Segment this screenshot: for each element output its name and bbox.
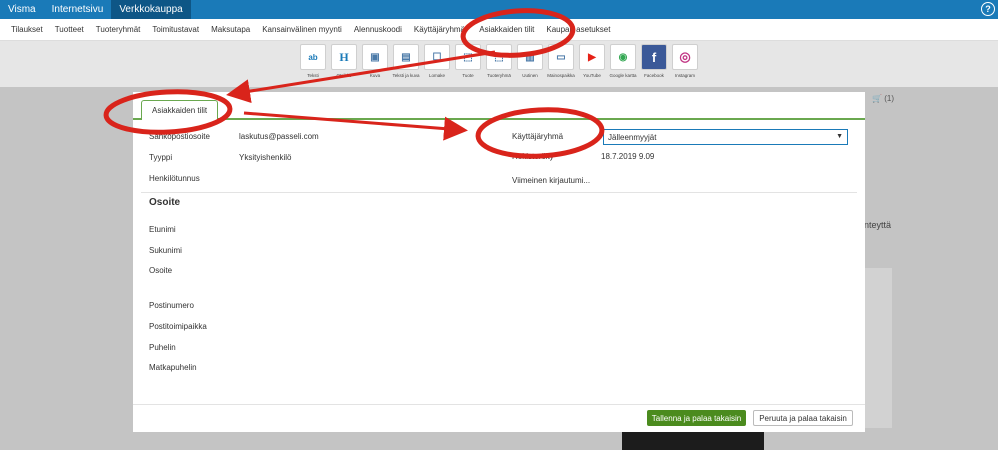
- facebook-icon: f: [641, 44, 667, 70]
- address-label: Osoite: [149, 266, 173, 275]
- tool-label: Google kartta: [609, 73, 637, 78]
- image-icon: ▣: [362, 44, 388, 70]
- tool-label: Lomake: [428, 73, 445, 78]
- tool-product[interactable]: ⬚ Tuote: [454, 44, 482, 87]
- menu-item-alennuskoodi[interactable]: Alennuskoodi: [348, 25, 408, 34]
- dialog-tab-strip: Asiakkaiden tilit: [133, 92, 865, 120]
- dialog-footer: Tallenna ja palaa takaisin Peruuta ja pa…: [133, 404, 865, 432]
- tool-label: Facebook: [644, 73, 664, 78]
- tool-label: Instagram: [674, 73, 695, 78]
- cart-indicator[interactable]: 🛒 (1): [872, 94, 894, 103]
- email-label: Sähköpostiosoite: [149, 132, 210, 141]
- tab-asiakkaiden-tilit[interactable]: Asiakkaiden tilit: [141, 100, 219, 120]
- menu-item-kaupan-asetukset[interactable]: Kaupan asetukset: [540, 25, 616, 34]
- tool-image[interactable]: ▣ Kuva: [361, 44, 389, 87]
- cart-icon: 🛒: [872, 94, 882, 103]
- save-and-return-button[interactable]: Tallenna ja palaa takaisin: [647, 410, 746, 426]
- tool-label: Teksti ja kuva: [392, 73, 420, 78]
- first-name-label: Etunimi: [149, 225, 176, 234]
- tool-text-image[interactable]: ▤ Teksti ja kuva: [392, 44, 420, 87]
- address-section-title: Osoite: [149, 197, 181, 208]
- menu-item-kansainvalinen-myynti[interactable]: Kansainvälinen myynti: [256, 25, 348, 34]
- menu-item-kayttajaryhmat[interactable]: Käyttäjäryhmät: [408, 25, 473, 34]
- text-image-icon: ▤: [393, 44, 419, 70]
- news-icon: ▥: [517, 44, 543, 70]
- background-panel: [862, 268, 892, 428]
- registered-label: Rekisteröity: [512, 152, 554, 161]
- instagram-icon: ◎: [672, 44, 698, 70]
- tool-google-maps[interactable]: ◉ Google kartta: [609, 44, 637, 87]
- cancel-and-return-button[interactable]: Peruuta ja palaa takaisin: [753, 410, 853, 426]
- last-login-label: Viimeinen kirjautumi...: [512, 176, 591, 185]
- tool-label: Teksti: [307, 73, 319, 78]
- tool-instagram[interactable]: ◎ Instagram: [671, 44, 699, 87]
- tool-form[interactable]: ☐ Lomake: [423, 44, 451, 87]
- tool-facebook[interactable]: f Facebook: [640, 44, 668, 87]
- caret-down-icon: ▼: [836, 133, 843, 140]
- menu-item-maksutapa[interactable]: Maksutapa: [205, 25, 256, 34]
- cart-count: (1): [884, 94, 894, 103]
- user-group-selected-value: Jälleenmyyjät: [608, 132, 657, 142]
- tool-label: Kuva: [369, 73, 381, 78]
- menu-item-tuoteryhmat[interactable]: Tuoteryhmät: [90, 25, 147, 34]
- menu-item-asiakkaiden-tilit[interactable]: Asiakkaiden tilit: [473, 25, 540, 34]
- form-icon: ☐: [424, 44, 450, 70]
- background-image: [622, 432, 764, 450]
- city-label: Postitoimipaikka: [149, 322, 207, 331]
- tool-label: Mainospaikka: [547, 73, 575, 78]
- top-navigation-bar: Visma Internetsivu Verkkokauppa ?: [0, 0, 998, 19]
- personal-id-label: Henkilötunnus: [149, 174, 200, 183]
- registered-value: 18.7.2019 9.09: [601, 152, 655, 161]
- shop-menu-bar: Tilaukset Tuotteet Tuoteryhmät Toimitust…: [0, 19, 998, 41]
- content-element-toolbar: ab Teksti H Otsikko ▣ Kuva ▤ Teksti ja kuva …: [0, 41, 998, 87]
- tool-youtube[interactable]: ▶ YouTube: [578, 44, 606, 87]
- type-value: Yksityishenkilö: [239, 153, 292, 162]
- help-icon[interactable]: ?: [981, 2, 995, 16]
- tool-label: Otsikko: [336, 73, 352, 78]
- section-divider: [141, 192, 857, 193]
- product-icon: ⬚: [455, 44, 481, 70]
- heading-icon: H: [331, 44, 357, 70]
- tool-news[interactable]: ▥ Uutinen: [516, 44, 544, 87]
- tab-visma[interactable]: Visma: [0, 0, 44, 19]
- youtube-icon: ▶: [579, 44, 605, 70]
- last-name-label: Sukunimi: [149, 246, 182, 255]
- phone-label: Puhelin: [149, 343, 176, 352]
- tool-label: YouTube: [583, 73, 601, 78]
- tab-verkkokauppa[interactable]: Verkkokauppa: [111, 0, 191, 19]
- google-maps-icon: ◉: [610, 44, 636, 70]
- tool-product-group[interactable]: ⬚ Tuoteryhmä: [485, 44, 513, 87]
- text-icon: ab: [300, 44, 326, 70]
- tool-label: Tuoteryhmä: [487, 73, 511, 78]
- tool-text[interactable]: ab Teksti: [299, 44, 327, 87]
- menu-item-toimitustavat[interactable]: Toimitustavat: [146, 25, 205, 34]
- tool-ad-space[interactable]: ▭ Mainospaikka: [547, 44, 575, 87]
- type-label: Tyyppi: [149, 153, 173, 162]
- postal-code-label: Postinumero: [149, 301, 194, 310]
- background-text-fragment: nteyttä: [864, 220, 892, 230]
- email-value: laskutus@passeli.com: [239, 132, 319, 141]
- tool-heading[interactable]: H Otsikko: [330, 44, 358, 87]
- user-group-label: Käyttäjäryhmä: [512, 132, 564, 141]
- product-group-icon: ⬚: [486, 44, 512, 70]
- user-group-select[interactable]: Jälleenmyyjät ▼: [603, 129, 848, 145]
- tab-internetsivu[interactable]: Internetsivu: [44, 0, 112, 19]
- menu-item-tuotteet[interactable]: Tuotteet: [49, 25, 90, 34]
- tool-label: Uutinen: [522, 73, 538, 78]
- customer-account-dialog: Asiakkaiden tilit Sähköpostiosoite lasku…: [133, 92, 865, 432]
- mobile-phone-label: Matkapuhelin: [149, 363, 197, 372]
- menu-item-tilaukset[interactable]: Tilaukset: [5, 25, 49, 34]
- tool-label: Tuote: [462, 73, 474, 78]
- ad-space-icon: ▭: [548, 44, 574, 70]
